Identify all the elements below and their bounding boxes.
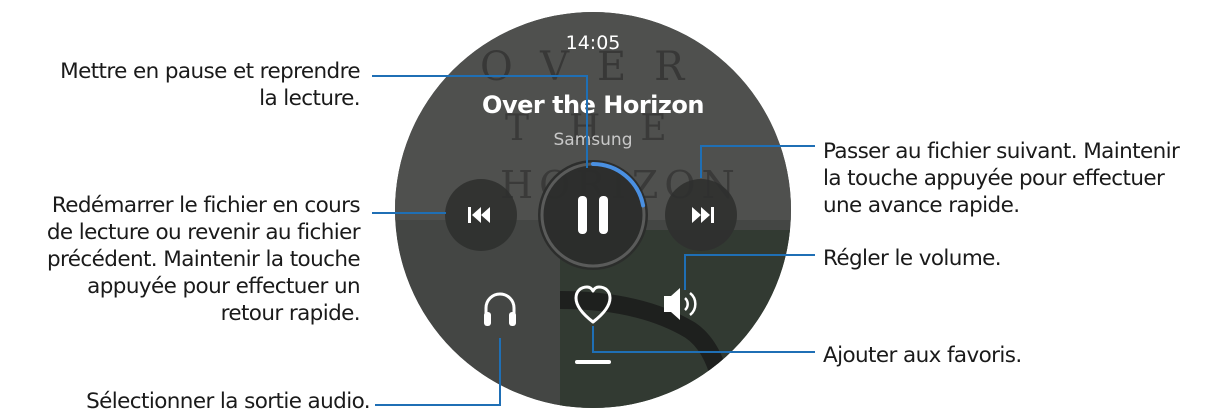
next-button[interactable] (665, 179, 737, 251)
callout-favorites: Ajouter aux favoris. (823, 343, 1022, 368)
clock-time: 14:05 (566, 32, 621, 54)
callout-volume: Régler le volume. (823, 246, 1002, 271)
artist-name: Samsung (554, 130, 633, 150)
callout-next-file: Passer au fichier suivant. Maintenir la … (823, 139, 1180, 218)
callout-audio-output: Sélectionner la sortie audio. (86, 389, 370, 414)
song-title[interactable]: Over the Horizon (482, 91, 704, 119)
callout-pause-resume: Mettre en pause et reprendre la lecture. (60, 59, 360, 111)
play-pause-button[interactable] (538, 160, 648, 270)
bottom-handle[interactable] (575, 360, 611, 364)
previous-button[interactable] (445, 179, 517, 251)
callout-restart-previous: Redémarrer le fichier en cours de lectur… (46, 193, 361, 326)
